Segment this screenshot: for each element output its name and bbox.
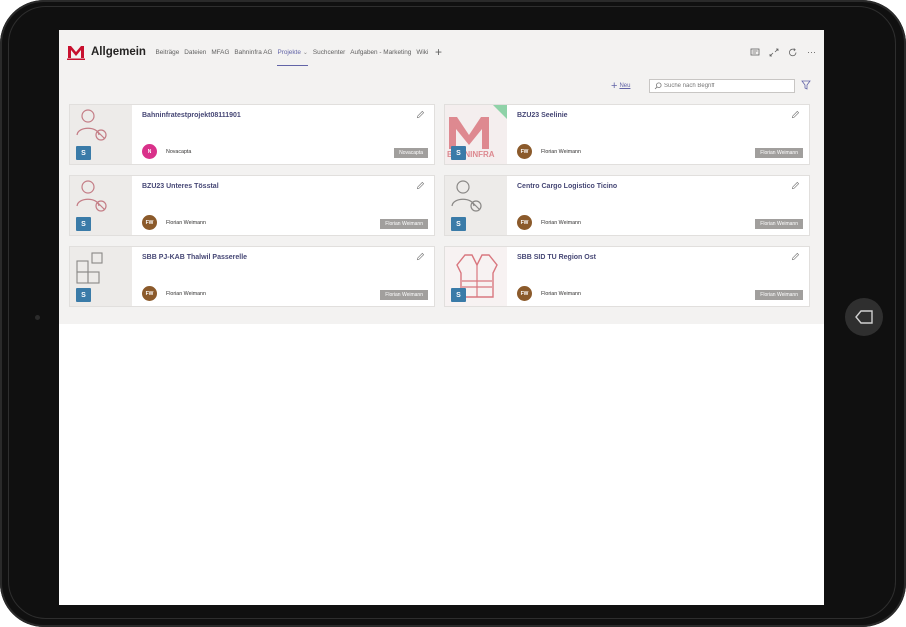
new-button[interactable]: + Neu [611, 80, 631, 92]
owner-tag: Novacapta [394, 148, 428, 158]
project-title: BZU23 Unteres Tösstal [142, 183, 219, 190]
edit-pencil-icon[interactable] [791, 110, 800, 119]
project-thumbnail: S [70, 176, 132, 235]
front-camera [35, 315, 40, 320]
more-options-icon[interactable]: ··· [807, 47, 816, 57]
owner-name: Florian Weimann [541, 149, 581, 155]
teams-screen: Allgemein Beiträge Dateien MFAG Bahninfr… [59, 30, 824, 605]
search-input[interactable] [662, 82, 786, 90]
project-title: BZU23 Seelinie [517, 112, 568, 119]
conversation-icon[interactable] [750, 48, 760, 57]
team-logo-icon [67, 46, 85, 60]
plus-icon: + [611, 80, 618, 92]
edit-pencil-icon[interactable] [791, 252, 800, 261]
header-actions: ··· [750, 30, 816, 74]
owner-name: Florian Weimann [166, 220, 206, 226]
sharepoint-icon: S [76, 217, 91, 231]
tab-label: Dateien [184, 48, 207, 56]
avatar: FW [517, 215, 532, 230]
tab-bar: Beiträge Dateien MFAG Bahninfra AG Proje… [153, 30, 442, 74]
tab-label: Wiki [416, 48, 429, 56]
tab-beitraege[interactable]: Beiträge [153, 30, 182, 74]
avatar: N [142, 144, 157, 159]
user-blocked-icon [76, 109, 107, 141]
edit-pencil-icon[interactable] [416, 181, 425, 190]
back-button[interactable] [845, 298, 883, 336]
avatar: FW [142, 215, 157, 230]
new-button-label: Neu [619, 83, 631, 89]
expand-icon[interactable] [769, 48, 779, 57]
sharepoint-icon: S [76, 146, 91, 160]
tab-dateien[interactable]: Dateien [182, 30, 209, 74]
refresh-icon[interactable] [788, 47, 798, 57]
apps-grid-icon [76, 252, 103, 284]
tab-label: Bahninfra AG [234, 48, 273, 56]
edit-pencil-icon[interactable] [791, 181, 800, 190]
owner-tag: Florian Weimann [755, 290, 803, 300]
project-thumbnail: S [445, 176, 507, 235]
tab-label: Suchcenter [312, 48, 346, 56]
project-card[interactable]: S SBB SID TU Region Ost FW Florian Weima… [444, 246, 810, 307]
chevron-down-icon: ⌄ [302, 49, 308, 56]
owner-name: Florian Weimann [541, 220, 581, 226]
tab-aufgaben-marketing[interactable]: Aufgaben - Marketing [348, 30, 414, 74]
projects-panel: + Neu Suche nach Begriff S Bahninfratest… [59, 74, 824, 324]
project-card[interactable]: S Centro Cargo Logistico Ticino FW Flori… [444, 175, 810, 236]
search-box [649, 79, 795, 93]
tablet-frame: Allgemein Beiträge Dateien MFAG Bahninfr… [0, 0, 906, 627]
project-card[interactable]: BAHNINFRA S BZU23 Seelinie FW Florian We… [444, 104, 810, 165]
owner-name: Florian Weimann [166, 291, 206, 297]
tab-wiki[interactable]: Wiki [414, 30, 431, 74]
channel-name: Allgemein [91, 46, 146, 58]
command-bar: + Neu [59, 77, 824, 97]
project-title: SBB PJ-KAB Thalwil Passerelle [142, 254, 248, 261]
owner-name: Novacapta [166, 149, 192, 155]
project-title: Centro Cargo Logistico Ticino [517, 183, 618, 190]
edit-pencil-icon[interactable] [416, 110, 425, 119]
tab-label: Aufgaben - Marketing [350, 48, 412, 56]
project-card[interactable]: S SBB PJ-KAB Thalwil Passerelle FW Flori… [69, 246, 435, 307]
avatar: FW [517, 144, 532, 159]
project-thumbnail: BAHNINFRA S [445, 105, 507, 164]
owner-tag: Florian Weimann [380, 290, 428, 300]
owner-tag: Florian Weimann [755, 219, 803, 229]
project-card[interactable]: S Bahninfratestprojekt08111901 N Novacap… [69, 104, 435, 165]
project-thumbnail: S [70, 247, 132, 306]
channel-header: Allgemein Beiträge Dateien MFAG Bahninfr… [59, 30, 824, 74]
project-title: Bahninfratestprojekt08111901 [142, 112, 241, 119]
owner-tag: Florian Weimann [380, 219, 428, 229]
tab-suchcenter[interactable]: Suchcenter [310, 30, 347, 74]
owner-tag: Florian Weimann [755, 148, 803, 158]
tab-mfag[interactable]: MFAG [209, 30, 232, 74]
filter-icon[interactable] [801, 80, 811, 90]
tab-bahninfra-ag[interactable]: Bahninfra AG [232, 30, 275, 74]
sharepoint-icon: S [76, 288, 91, 302]
sharepoint-icon: S [451, 146, 466, 160]
project-card[interactable]: S BZU23 Unteres Tösstal FW Florian Weima… [69, 175, 435, 236]
add-tab-icon[interactable]: + [435, 45, 442, 59]
search-icon [654, 82, 662, 90]
project-thumbnail: S [445, 247, 507, 306]
project-thumbnail: S [70, 105, 132, 164]
user-blocked-icon [76, 180, 107, 212]
project-title: SBB SID TU Region Ost [517, 254, 596, 261]
tab-label: Projekte [277, 48, 301, 56]
avatar: FW [517, 286, 532, 301]
user-blocked-icon [451, 180, 482, 212]
owner-name: Florian Weimann [541, 291, 581, 297]
tab-label: Beiträge [155, 48, 180, 56]
tab-projekte[interactable]: Projekte ⌄ [275, 30, 310, 74]
sharepoint-icon: S [451, 288, 466, 302]
edit-pencil-icon[interactable] [416, 252, 425, 261]
back-arrow-icon [855, 310, 873, 324]
avatar: FW [142, 286, 157, 301]
sharepoint-icon: S [451, 217, 466, 231]
tab-label: MFAG [211, 48, 230, 56]
